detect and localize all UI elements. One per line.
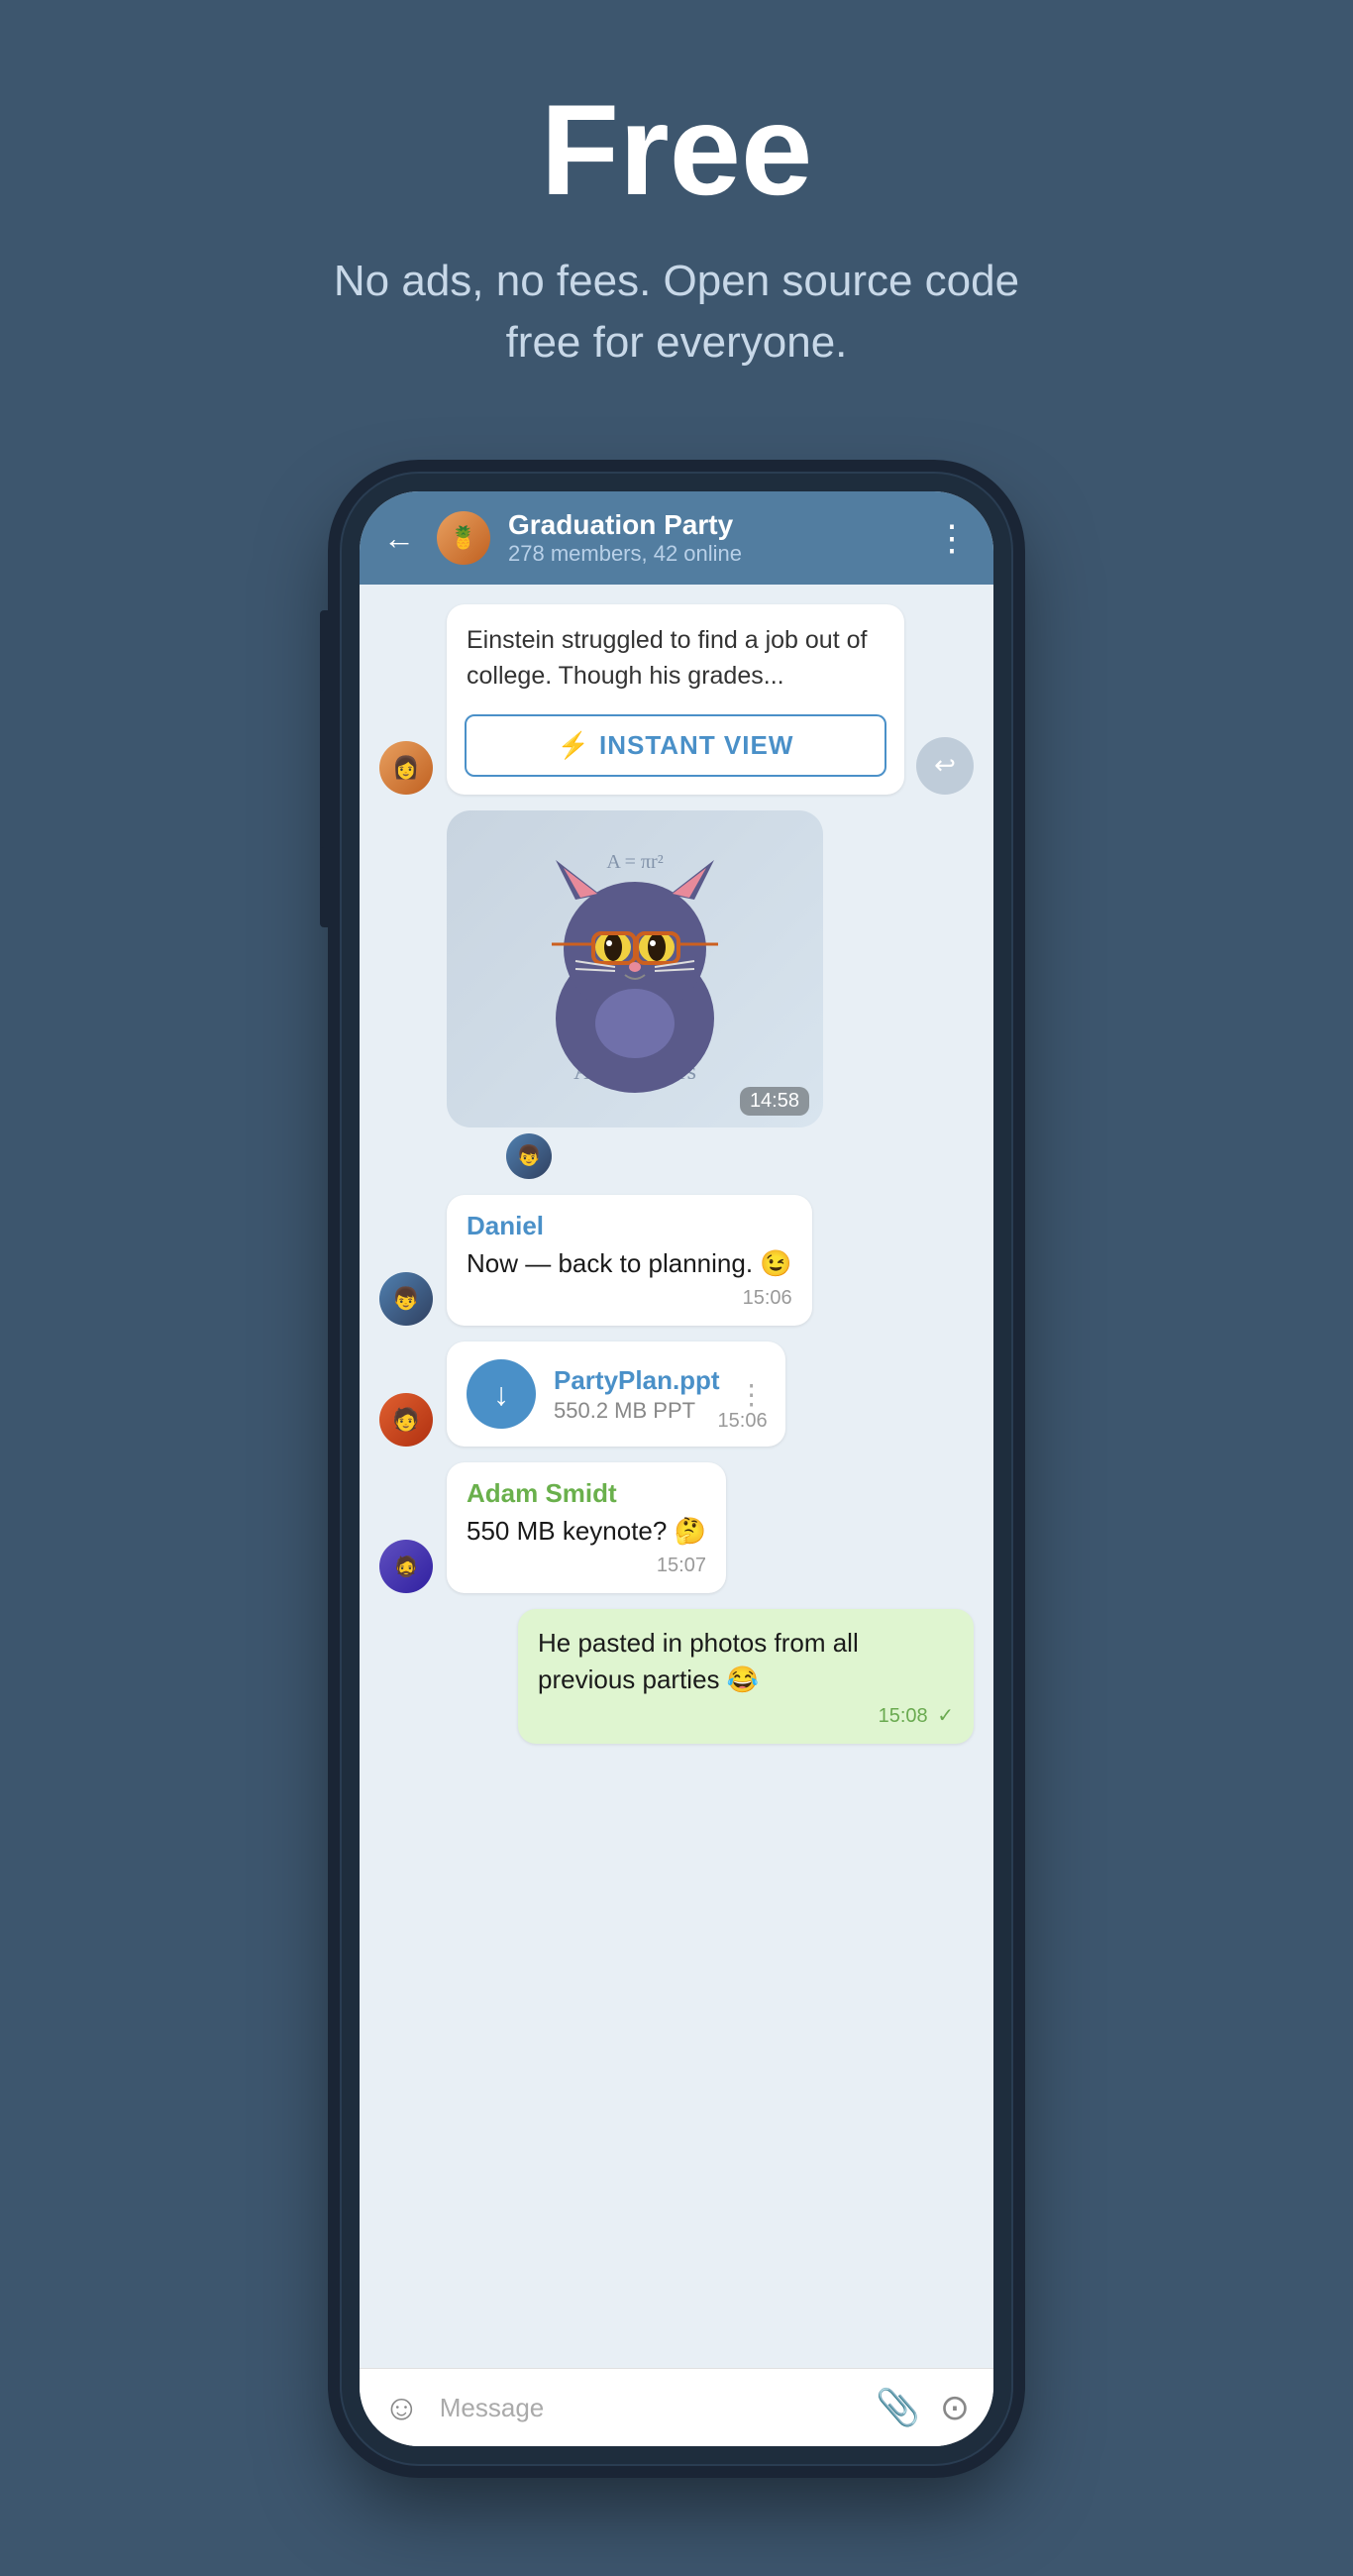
article-text: Einstein struggled to find a job out of …: [447, 604, 904, 704]
daniel-bubble: Daniel Now — back to planning. 😉 15:06: [447, 1195, 812, 1326]
sender-avatar-girl: 👩: [379, 741, 433, 795]
download-button[interactable]: ↓: [467, 1359, 536, 1429]
chat-body: 👩 Einstein struggled to find a job out o…: [360, 585, 993, 2368]
own-message-row: He pasted in photos from all previous pa…: [379, 1609, 974, 1744]
sticker-sender-avatar: 👦: [506, 1133, 552, 1179]
cat-sticker: [506, 830, 764, 1108]
chat-meta: 278 members, 42 online: [508, 541, 916, 567]
chat-info: Graduation Party 278 members, 42 online: [508, 509, 916, 567]
back-button[interactable]: ←: [383, 520, 415, 557]
attachment-button[interactable]: 📎: [876, 2387, 920, 2428]
file-bubble: ↓ PartyPlan.ppt 550.2 MB PPT ⋮ 15:06: [447, 1342, 785, 1447]
daniel-name: Daniel: [467, 1211, 792, 1241]
download-icon: ↓: [493, 1376, 509, 1413]
file-sender-avatar: 🧑: [379, 1393, 433, 1447]
own-bubble: He pasted in photos from all previous pa…: [518, 1609, 974, 1744]
file-time: 15:06: [718, 1410, 768, 1433]
message-input-placeholder[interactable]: Message: [440, 2393, 856, 2423]
forward-button[interactable]: ↩: [916, 737, 974, 795]
own-text: He pasted in photos from all previous pa…: [538, 1625, 954, 1697]
adam-text: 550 MB keynote? 🤔: [467, 1513, 706, 1549]
forward-icon: ↩: [934, 750, 956, 781]
instant-view-button[interactable]: ⚡ INSTANT VIEW: [465, 714, 886, 777]
daniel-text: Now — back to planning. 😉: [467, 1245, 792, 1281]
chat-header: ← 🍍 Graduation Party 278 members, 42 onl…: [360, 491, 993, 585]
emoji-button[interactable]: ☺: [383, 2387, 420, 2428]
more-button[interactable]: ⋮: [934, 517, 970, 559]
adam-avatar: 🧔: [379, 1540, 433, 1593]
sticker-area: A = πr² V = l³ P = 2πr A = πr³ s = √(r² …: [447, 810, 823, 1179]
file-name: PartyPlan.ppt: [554, 1365, 720, 1396]
own-time: 15:08 ✓: [538, 1703, 954, 1728]
phone-container: ← 🍍 Graduation Party 278 members, 42 onl…: [340, 472, 1013, 2466]
file-info: PartyPlan.ppt 550.2 MB PPT: [554, 1365, 720, 1424]
hero-subtitle: No ads, no fees. Open source code free f…: [330, 251, 1023, 373]
adam-name: Adam Smidt: [467, 1478, 706, 1509]
hero-section: Free No ads, no fees. Open source code f…: [0, 0, 1353, 432]
phone-frame: ← 🍍 Graduation Party 278 members, 42 onl…: [340, 472, 1013, 2466]
camera-button[interactable]: ⊙: [940, 2387, 970, 2428]
file-size: 550.2 MB PPT: [554, 1398, 720, 1424]
daniel-message-row: 👦 Daniel Now — back to planning. 😉 15:06: [379, 1195, 974, 1326]
check-icon: ✓: [937, 1705, 954, 1727]
phone-screen: ← 🍍 Graduation Party 278 members, 42 onl…: [360, 491, 993, 2446]
group-avatar: 🍍: [437, 511, 490, 565]
bolt-icon: ⚡: [558, 730, 589, 761]
adam-time: 15:07: [467, 1555, 706, 1577]
math-background: A = πr² V = l³ P = 2πr A = πr³ s = √(r² …: [447, 810, 823, 1127]
adam-message-row: 🧔 Adam Smidt 550 MB keynote? 🤔 15:07: [379, 1462, 974, 1593]
file-message-row: 🧑 ↓ PartyPlan.ppt 550.2 MB PPT ⋮ 15:06: [379, 1342, 974, 1447]
chat-name: Graduation Party: [508, 509, 916, 541]
sticker-row-meta: 👦: [506, 1133, 823, 1179]
adam-bubble: Adam Smidt 550 MB keynote? 🤔 15:07: [447, 1462, 726, 1593]
daniel-time: 15:06: [467, 1287, 792, 1310]
article-bubble: Einstein struggled to find a job out of …: [447, 604, 904, 795]
chat-input-bar: ☺ Message 📎 ⊙: [360, 2368, 993, 2446]
article-message-row: 👩 Einstein struggled to find a job out o…: [379, 604, 974, 795]
daniel-avatar: 👦: [379, 1272, 433, 1326]
instant-view-label: INSTANT VIEW: [599, 730, 793, 761]
file-more-button[interactable]: ⋮: [738, 1378, 766, 1411]
hero-title: Free: [541, 79, 813, 221]
